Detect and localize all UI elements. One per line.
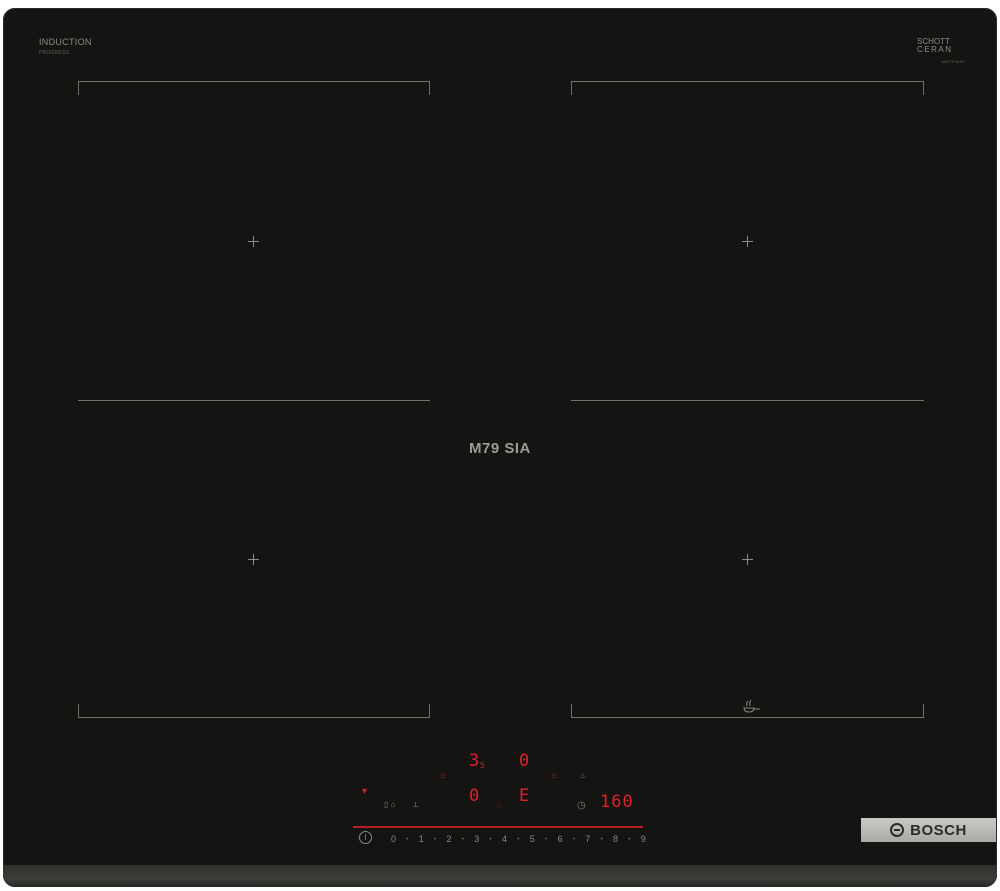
zone-bottom-left-left-tick bbox=[78, 704, 79, 718]
schott-ceran-label: SCHOTT CERAN MATTFINISH bbox=[917, 38, 965, 66]
zone-top-right-power-display: 0 bbox=[519, 751, 530, 771]
zone-bottom-left-bottom-line bbox=[78, 717, 430, 718]
zone-top-left-center-cross-icon[interactable] bbox=[248, 236, 259, 247]
induction-title: INDUCTION bbox=[39, 37, 92, 47]
zone-top-right-top-line bbox=[571, 81, 924, 82]
slider-dot: • bbox=[572, 835, 576, 843]
bosch-badge: BOSCH bbox=[861, 818, 996, 842]
frying-sensor-icon[interactable]: ♨ bbox=[579, 771, 586, 780]
slider-level-8[interactable]: 8 bbox=[613, 834, 618, 844]
slider-level-5[interactable]: 5 bbox=[530, 834, 535, 844]
slider-dot: • bbox=[489, 835, 492, 843]
zone-bottom-right-left-tick bbox=[571, 704, 572, 718]
boost-icon[interactable]: ⟂ bbox=[413, 800, 418, 810]
slider-dot: • bbox=[544, 835, 548, 843]
zone-bottom-left-right-tick bbox=[429, 704, 430, 718]
slider-level-6[interactable]: 6 bbox=[558, 834, 563, 844]
zone-bottom-right-right-tick bbox=[923, 704, 924, 718]
slider-dot: • bbox=[433, 835, 437, 843]
zone-top-left-power-display: 3 bbox=[469, 751, 480, 771]
zone-bottom-right-bottom-line bbox=[571, 717, 924, 718]
zone-top-left-top-line bbox=[78, 81, 430, 82]
slider-level-2[interactable]: 2 bbox=[447, 834, 452, 844]
slider-dot: • bbox=[517, 835, 520, 843]
induction-label: INDUCTION PROGRESS bbox=[39, 37, 92, 56]
zone-top-right-center-cross-icon[interactable] bbox=[742, 236, 753, 247]
zone-bottom-right-power-display: E bbox=[519, 786, 530, 806]
slider-dot: • bbox=[461, 835, 465, 843]
cooking-sensor-icon[interactable]: ▯ ⌂ bbox=[384, 800, 395, 809]
zone-top-left-right-tick bbox=[429, 81, 430, 95]
power-level-slider[interactable]: 0 • 1 • 2 • 3 • 4 • 5 • 6 • 7 • 8 • 9 bbox=[391, 832, 646, 846]
timer-display: 160 bbox=[600, 792, 634, 812]
zone-left-divider-line bbox=[78, 400, 430, 401]
slider-level-4[interactable]: 4 bbox=[502, 834, 507, 844]
zone-top-right-left-tick bbox=[571, 81, 572, 95]
slider-level-0[interactable]: 0 bbox=[391, 834, 396, 844]
zone-top-left-left-tick bbox=[78, 81, 79, 95]
slider-red-indicator-line bbox=[353, 826, 643, 828]
zone-right-divider-line bbox=[571, 400, 924, 401]
slider-level-7[interactable]: 7 bbox=[585, 834, 590, 844]
wifi-home-connect-icon[interactable]: ▾ bbox=[362, 786, 367, 797]
ceran-text: CERAN bbox=[917, 45, 953, 54]
slider-dot: • bbox=[600, 835, 603, 843]
power-button[interactable]: I bbox=[359, 831, 372, 844]
slider-dot: • bbox=[628, 835, 631, 843]
zone-left-select-icon[interactable]: ≡ bbox=[440, 771, 446, 782]
zone-top-right-right-tick bbox=[923, 81, 924, 95]
frying-sensor-pan-icon bbox=[743, 699, 760, 713]
slider-level-1[interactable]: 1 bbox=[419, 834, 424, 844]
hob-front-frame bbox=[3, 865, 997, 887]
zone-bottom-left-center-cross-icon[interactable] bbox=[248, 554, 259, 565]
slider-level-3[interactable]: 3 bbox=[474, 834, 479, 844]
induction-subtitle: PROGRESS bbox=[39, 50, 69, 56]
slider-dot: • bbox=[406, 835, 409, 843]
zone-bottom-left-power-display: 0 bbox=[469, 786, 480, 806]
bosch-logo-icon bbox=[890, 823, 905, 837]
bosch-badge-text: BOSCH bbox=[910, 821, 967, 839]
ceran-subtitle: MATTFINISH bbox=[941, 59, 965, 64]
model-label: M79 SIA bbox=[469, 440, 531, 457]
favourite-star-icon[interactable]: ☆ bbox=[494, 800, 503, 811]
induction-hob: INDUCTION PROGRESS SCHOTT CERAN MATTFINI… bbox=[3, 8, 997, 887]
slider-level-9[interactable]: 9 bbox=[641, 834, 646, 844]
timer-clock-icon[interactable]: ◷ bbox=[577, 800, 586, 811]
zone-bottom-right-center-cross-icon[interactable] bbox=[742, 554, 753, 565]
zone-right-select-icon[interactable]: ≡ bbox=[551, 771, 557, 782]
zone-top-left-power-decimal: 5 bbox=[480, 761, 485, 770]
